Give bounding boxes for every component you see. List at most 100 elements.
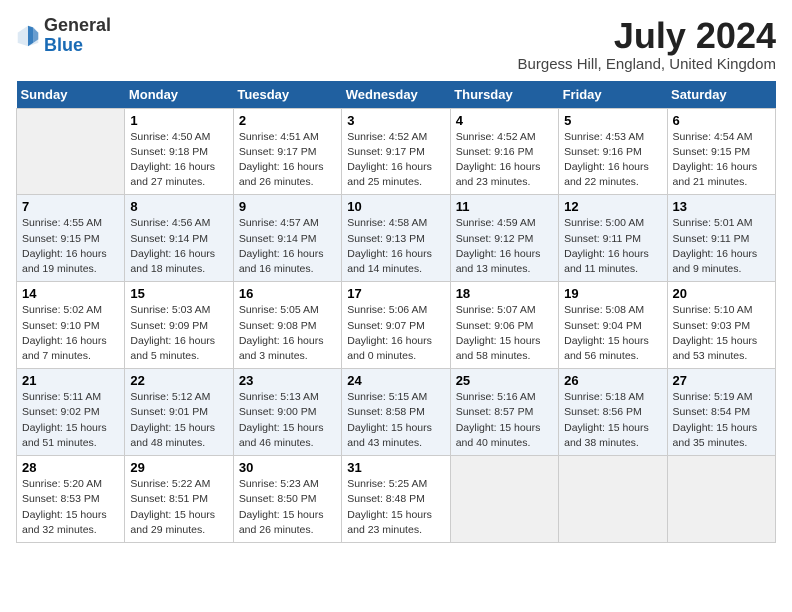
day-number: 26: [564, 373, 661, 388]
day-info: Sunrise: 5:03 AM Sunset: 9:09 PM Dayligh…: [130, 303, 227, 364]
calendar-cell: [17, 108, 125, 195]
calendar-header-wednesday: Wednesday: [342, 81, 450, 109]
calendar-cell: 12 Sunrise: 5:00 AM Sunset: 9:11 PM Dayli…: [559, 195, 667, 282]
day-number: 12: [564, 199, 661, 214]
day-info: Sunrise: 5:00 AM Sunset: 9:11 PM Dayligh…: [564, 216, 661, 277]
day-number: 16: [239, 286, 336, 301]
page-header: General Blue July 2024 Burgess Hill, Eng…: [16, 16, 776, 73]
calendar-cell: 27 Sunrise: 5:19 AM Sunset: 8:54 PM Dayli…: [667, 369, 775, 456]
calendar-cell: 14 Sunrise: 5:02 AM Sunset: 9:10 PM Dayli…: [17, 282, 125, 369]
day-number: 31: [347, 460, 444, 475]
day-info: Sunrise: 5:16 AM Sunset: 8:57 PM Dayligh…: [456, 390, 553, 451]
calendar-cell: 28 Sunrise: 5:20 AM Sunset: 8:53 PM Dayli…: [17, 456, 125, 543]
day-info: Sunrise: 5:19 AM Sunset: 8:54 PM Dayligh…: [673, 390, 770, 451]
calendar-cell: 25 Sunrise: 5:16 AM Sunset: 8:57 PM Dayli…: [450, 369, 558, 456]
day-number: 27: [673, 373, 770, 388]
calendar-cell: 20 Sunrise: 5:10 AM Sunset: 9:03 PM Dayli…: [667, 282, 775, 369]
day-info: Sunrise: 5:02 AM Sunset: 9:10 PM Dayligh…: [22, 303, 119, 364]
day-info: Sunrise: 5:20 AM Sunset: 8:53 PM Dayligh…: [22, 477, 119, 538]
day-info: Sunrise: 5:25 AM Sunset: 8:48 PM Dayligh…: [347, 477, 444, 538]
calendar-week-row: 21 Sunrise: 5:11 AM Sunset: 9:02 PM Dayli…: [17, 369, 776, 456]
calendar-cell: 30 Sunrise: 5:23 AM Sunset: 8:50 PM Dayli…: [233, 456, 341, 543]
day-number: 17: [347, 286, 444, 301]
day-number: 19: [564, 286, 661, 301]
calendar-cell: 1Sunrise: 4:50 AM Sunset: 9:18 PM Daylig…: [125, 108, 233, 195]
day-info: Sunrise: 5:23 AM Sunset: 8:50 PM Dayligh…: [239, 477, 336, 538]
calendar-header-tuesday: Tuesday: [233, 81, 341, 109]
day-number: 28: [22, 460, 119, 475]
calendar-cell: 13Sunrise: 5:01 AM Sunset: 9:11 PM Dayli…: [667, 195, 775, 282]
calendar-cell: 6 Sunrise: 4:54 AM Sunset: 9:15 PM Daylig…: [667, 108, 775, 195]
calendar-cell: 9 Sunrise: 4:57 AM Sunset: 9:14 PM Daylig…: [233, 195, 341, 282]
day-number: 18: [456, 286, 553, 301]
calendar-week-row: 1Sunrise: 4:50 AM Sunset: 9:18 PM Daylig…: [17, 108, 776, 195]
day-info: Sunrise: 4:50 AM Sunset: 9:18 PM Dayligh…: [130, 130, 227, 191]
calendar-cell: 16 Sunrise: 5:05 AM Sunset: 9:08 PM Dayli…: [233, 282, 341, 369]
calendar-header-sunday: Sunday: [17, 81, 125, 109]
calendar-header-thursday: Thursday: [450, 81, 558, 109]
calendar-week-row: 28 Sunrise: 5:20 AM Sunset: 8:53 PM Dayli…: [17, 456, 776, 543]
calendar-cell: 3Sunrise: 4:52 AM Sunset: 9:17 PM Daylig…: [342, 108, 450, 195]
day-info: Sunrise: 4:55 AM Sunset: 9:15 PM Dayligh…: [22, 216, 119, 277]
day-info: Sunrise: 5:18 AM Sunset: 8:56 PM Dayligh…: [564, 390, 661, 451]
calendar-cell: 22 Sunrise: 5:12 AM Sunset: 9:01 PM Dayli…: [125, 369, 233, 456]
day-number: 3: [347, 113, 444, 128]
calendar-header-monday: Monday: [125, 81, 233, 109]
calendar-cell: 2 Sunrise: 4:51 AM Sunset: 9:17 PM Daylig…: [233, 108, 341, 195]
day-number: 2: [239, 113, 336, 128]
day-number: 15: [130, 286, 227, 301]
day-number: 23: [239, 373, 336, 388]
calendar-cell: 17Sunrise: 5:06 AM Sunset: 9:07 PM Dayli…: [342, 282, 450, 369]
day-number: 11: [456, 199, 553, 214]
location-text: Burgess Hill, England, United Kingdom: [518, 56, 776, 73]
calendar-cell: [450, 456, 558, 543]
day-info: Sunrise: 4:52 AM Sunset: 9:16 PM Dayligh…: [456, 130, 553, 191]
day-info: Sunrise: 5:05 AM Sunset: 9:08 PM Dayligh…: [239, 303, 336, 364]
day-number: 13: [673, 199, 770, 214]
day-number: 7: [22, 199, 119, 214]
calendar-cell: 23Sunrise: 5:13 AM Sunset: 9:00 PM Dayli…: [233, 369, 341, 456]
day-info: Sunrise: 4:58 AM Sunset: 9:13 PM Dayligh…: [347, 216, 444, 277]
calendar-cell: 7 Sunrise: 4:55 AM Sunset: 9:15 PM Daylig…: [17, 195, 125, 282]
calendar-cell: 4 Sunrise: 4:52 AM Sunset: 9:16 PM Daylig…: [450, 108, 558, 195]
calendar-table: SundayMondayTuesdayWednesdayThursdayFrid…: [16, 81, 776, 543]
day-number: 4: [456, 113, 553, 128]
day-info: Sunrise: 5:15 AM Sunset: 8:58 PM Dayligh…: [347, 390, 444, 451]
day-number: 5: [564, 113, 661, 128]
day-info: Sunrise: 4:57 AM Sunset: 9:14 PM Dayligh…: [239, 216, 336, 277]
day-number: 6: [673, 113, 770, 128]
day-number: 22: [130, 373, 227, 388]
calendar-cell: 19 Sunrise: 5:08 AM Sunset: 9:04 PM Dayli…: [559, 282, 667, 369]
calendar-week-row: 14 Sunrise: 5:02 AM Sunset: 9:10 PM Dayli…: [17, 282, 776, 369]
calendar-cell: 29Sunrise: 5:22 AM Sunset: 8:51 PM Dayli…: [125, 456, 233, 543]
calendar-cell: 8Sunrise: 4:56 AM Sunset: 9:14 PM Daylig…: [125, 195, 233, 282]
day-info: Sunrise: 5:08 AM Sunset: 9:04 PM Dayligh…: [564, 303, 661, 364]
calendar-cell: 31 Sunrise: 5:25 AM Sunset: 8:48 PM Dayli…: [342, 456, 450, 543]
day-number: 21: [22, 373, 119, 388]
day-info: Sunrise: 5:11 AM Sunset: 9:02 PM Dayligh…: [22, 390, 119, 451]
calendar-cell: 21 Sunrise: 5:11 AM Sunset: 9:02 PM Dayli…: [17, 369, 125, 456]
calendar-cell: 24 Sunrise: 5:15 AM Sunset: 8:58 PM Dayli…: [342, 369, 450, 456]
calendar-header-row: SundayMondayTuesdayWednesdayThursdayFrid…: [17, 81, 776, 109]
calendar-cell: 26 Sunrise: 5:18 AM Sunset: 8:56 PM Dayli…: [559, 369, 667, 456]
day-number: 10: [347, 199, 444, 214]
day-number: 30: [239, 460, 336, 475]
day-info: Sunrise: 4:54 AM Sunset: 9:15 PM Dayligh…: [673, 130, 770, 191]
day-info: Sunrise: 4:56 AM Sunset: 9:14 PM Dayligh…: [130, 216, 227, 277]
day-info: Sunrise: 4:53 AM Sunset: 9:16 PM Dayligh…: [564, 130, 661, 191]
calendar-cell: 11Sunrise: 4:59 AM Sunset: 9:12 PM Dayli…: [450, 195, 558, 282]
calendar-cell: [559, 456, 667, 543]
day-number: 14: [22, 286, 119, 301]
day-number: 24: [347, 373, 444, 388]
day-number: 25: [456, 373, 553, 388]
day-number: 9: [239, 199, 336, 214]
day-info: Sunrise: 5:10 AM Sunset: 9:03 PM Dayligh…: [673, 303, 770, 364]
calendar-cell: 5 Sunrise: 4:53 AM Sunset: 9:16 PM Daylig…: [559, 108, 667, 195]
logo-blue-text: Blue: [44, 35, 83, 55]
day-info: Sunrise: 5:22 AM Sunset: 8:51 PM Dayligh…: [130, 477, 227, 538]
calendar-header-saturday: Saturday: [667, 81, 775, 109]
day-info: Sunrise: 5:12 AM Sunset: 9:01 PM Dayligh…: [130, 390, 227, 451]
day-number: 20: [673, 286, 770, 301]
day-info: Sunrise: 4:51 AM Sunset: 9:17 PM Dayligh…: [239, 130, 336, 191]
title-block: July 2024 Burgess Hill, England, United …: [518, 16, 776, 73]
